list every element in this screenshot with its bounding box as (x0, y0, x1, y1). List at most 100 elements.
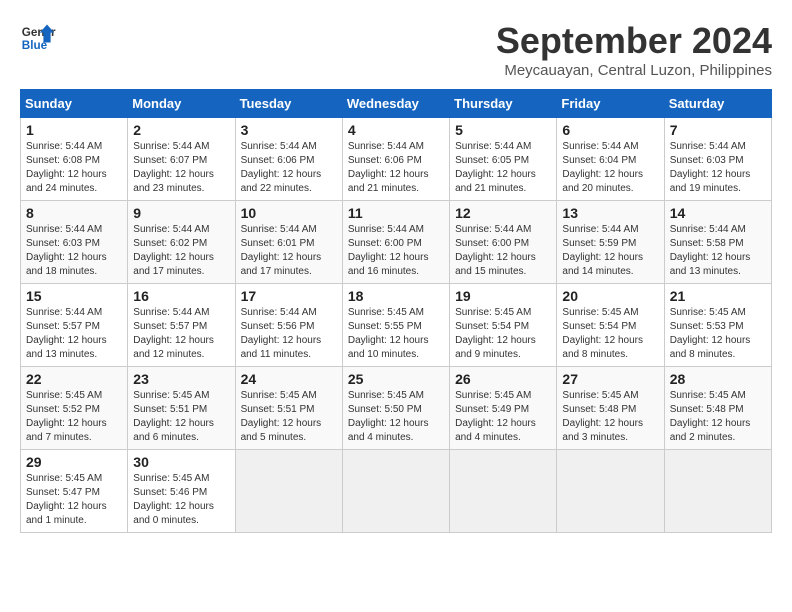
calendar-row: 15 Sunrise: 5:44 AMSunset: 5:57 PMDaylig… (21, 284, 772, 367)
day-info: Sunrise: 5:44 AMSunset: 6:03 PMDaylight:… (670, 141, 751, 194)
day-info: Sunrise: 5:45 AMSunset: 5:48 PMDaylight:… (670, 390, 751, 443)
location-title: Meycauayan, Central Luzon, Philippines (496, 62, 772, 79)
month-title: September 2024 (496, 20, 772, 62)
day-info: Sunrise: 5:44 AMSunset: 5:57 PMDaylight:… (26, 307, 107, 360)
table-row: 14 Sunrise: 5:44 AMSunset: 5:58 PMDaylig… (664, 201, 771, 284)
day-number: 29 (26, 454, 122, 470)
calendar-table: Sunday Monday Tuesday Wednesday Thursday… (20, 89, 772, 533)
day-number: 23 (133, 371, 229, 387)
table-row (664, 450, 771, 533)
day-info: Sunrise: 5:45 AMSunset: 5:52 PMDaylight:… (26, 390, 107, 443)
day-info: Sunrise: 5:44 AMSunset: 6:00 PMDaylight:… (348, 224, 429, 277)
table-row: 9 Sunrise: 5:44 AMSunset: 6:02 PMDayligh… (128, 201, 235, 284)
table-row: 4 Sunrise: 5:44 AMSunset: 6:06 PMDayligh… (342, 118, 449, 201)
day-info: Sunrise: 5:44 AMSunset: 6:07 PMDaylight:… (133, 141, 214, 194)
day-info: Sunrise: 5:44 AMSunset: 6:06 PMDaylight:… (241, 141, 322, 194)
day-number: 21 (670, 288, 766, 304)
day-number: 28 (670, 371, 766, 387)
day-number: 4 (348, 122, 444, 138)
day-number: 19 (455, 288, 551, 304)
table-row: 28 Sunrise: 5:45 AMSunset: 5:48 PMDaylig… (664, 367, 771, 450)
calendar-row: 1 Sunrise: 5:44 AMSunset: 6:08 PMDayligh… (21, 118, 772, 201)
day-number: 9 (133, 205, 229, 221)
table-row: 8 Sunrise: 5:44 AMSunset: 6:03 PMDayligh… (21, 201, 128, 284)
table-row: 30 Sunrise: 5:45 AMSunset: 5:46 PMDaylig… (128, 450, 235, 533)
day-info: Sunrise: 5:45 AMSunset: 5:50 PMDaylight:… (348, 390, 429, 443)
header-sunday: Sunday (21, 90, 128, 118)
day-number: 11 (348, 205, 444, 221)
day-info: Sunrise: 5:44 AMSunset: 6:01 PMDaylight:… (241, 224, 322, 277)
table-row: 19 Sunrise: 5:45 AMSunset: 5:54 PMDaylig… (450, 284, 557, 367)
table-row: 6 Sunrise: 5:44 AMSunset: 6:04 PMDayligh… (557, 118, 664, 201)
day-info: Sunrise: 5:44 AMSunset: 5:58 PMDaylight:… (670, 224, 751, 277)
day-number: 8 (26, 205, 122, 221)
day-number: 7 (670, 122, 766, 138)
header-monday: Monday (128, 90, 235, 118)
day-info: Sunrise: 5:45 AMSunset: 5:51 PMDaylight:… (133, 390, 214, 443)
page-header: General Blue September 2024 Meycauayan, … (20, 20, 772, 79)
table-row: 29 Sunrise: 5:45 AMSunset: 5:47 PMDaylig… (21, 450, 128, 533)
day-info: Sunrise: 5:45 AMSunset: 5:53 PMDaylight:… (670, 307, 751, 360)
table-row: 21 Sunrise: 5:45 AMSunset: 5:53 PMDaylig… (664, 284, 771, 367)
day-number: 30 (133, 454, 229, 470)
table-row: 17 Sunrise: 5:44 AMSunset: 5:56 PMDaylig… (235, 284, 342, 367)
table-row: 18 Sunrise: 5:45 AMSunset: 5:55 PMDaylig… (342, 284, 449, 367)
day-number: 16 (133, 288, 229, 304)
day-number: 6 (562, 122, 658, 138)
day-number: 17 (241, 288, 337, 304)
day-info: Sunrise: 5:44 AMSunset: 6:08 PMDaylight:… (26, 141, 107, 194)
day-number: 24 (241, 371, 337, 387)
day-info: Sunrise: 5:44 AMSunset: 5:56 PMDaylight:… (241, 307, 322, 360)
day-number: 1 (26, 122, 122, 138)
header-friday: Friday (557, 90, 664, 118)
header-wednesday: Wednesday (342, 90, 449, 118)
day-number: 18 (348, 288, 444, 304)
day-info: Sunrise: 5:45 AMSunset: 5:54 PMDaylight:… (455, 307, 536, 360)
day-number: 22 (26, 371, 122, 387)
calendar-row: 29 Sunrise: 5:45 AMSunset: 5:47 PMDaylig… (21, 450, 772, 533)
table-row (342, 450, 449, 533)
calendar-row: 22 Sunrise: 5:45 AMSunset: 5:52 PMDaylig… (21, 367, 772, 450)
day-info: Sunrise: 5:45 AMSunset: 5:54 PMDaylight:… (562, 307, 643, 360)
day-number: 20 (562, 288, 658, 304)
day-info: Sunrise: 5:45 AMSunset: 5:48 PMDaylight:… (562, 390, 643, 443)
day-info: Sunrise: 5:44 AMSunset: 6:04 PMDaylight:… (562, 141, 643, 194)
day-number: 27 (562, 371, 658, 387)
day-info: Sunrise: 5:44 AMSunset: 6:05 PMDaylight:… (455, 141, 536, 194)
day-info: Sunrise: 5:44 AMSunset: 6:06 PMDaylight:… (348, 141, 429, 194)
calendar-body: 1 Sunrise: 5:44 AMSunset: 6:08 PMDayligh… (21, 118, 772, 533)
table-row: 12 Sunrise: 5:44 AMSunset: 6:00 PMDaylig… (450, 201, 557, 284)
calendar-header: Sunday Monday Tuesday Wednesday Thursday… (21, 90, 772, 118)
day-info: Sunrise: 5:44 AMSunset: 5:59 PMDaylight:… (562, 224, 643, 277)
title-area: September 2024 Meycauayan, Central Luzon… (496, 20, 772, 79)
header-thursday: Thursday (450, 90, 557, 118)
table-row (557, 450, 664, 533)
table-row: 13 Sunrise: 5:44 AMSunset: 5:59 PMDaylig… (557, 201, 664, 284)
table-row: 26 Sunrise: 5:45 AMSunset: 5:49 PMDaylig… (450, 367, 557, 450)
table-row: 20 Sunrise: 5:45 AMSunset: 5:54 PMDaylig… (557, 284, 664, 367)
day-info: Sunrise: 5:45 AMSunset: 5:55 PMDaylight:… (348, 307, 429, 360)
day-info: Sunrise: 5:45 AMSunset: 5:46 PMDaylight:… (133, 473, 214, 526)
table-row: 16 Sunrise: 5:44 AMSunset: 5:57 PMDaylig… (128, 284, 235, 367)
table-row: 10 Sunrise: 5:44 AMSunset: 6:01 PMDaylig… (235, 201, 342, 284)
table-row: 23 Sunrise: 5:45 AMSunset: 5:51 PMDaylig… (128, 367, 235, 450)
table-row: 22 Sunrise: 5:45 AMSunset: 5:52 PMDaylig… (21, 367, 128, 450)
day-number: 3 (241, 122, 337, 138)
day-number: 25 (348, 371, 444, 387)
table-row: 7 Sunrise: 5:44 AMSunset: 6:03 PMDayligh… (664, 118, 771, 201)
day-info: Sunrise: 5:44 AMSunset: 6:03 PMDaylight:… (26, 224, 107, 277)
table-row (235, 450, 342, 533)
header-tuesday: Tuesday (235, 90, 342, 118)
header-saturday: Saturday (664, 90, 771, 118)
day-info: Sunrise: 5:45 AMSunset: 5:51 PMDaylight:… (241, 390, 322, 443)
table-row: 3 Sunrise: 5:44 AMSunset: 6:06 PMDayligh… (235, 118, 342, 201)
day-number: 5 (455, 122, 551, 138)
table-row: 5 Sunrise: 5:44 AMSunset: 6:05 PMDayligh… (450, 118, 557, 201)
table-row: 11 Sunrise: 5:44 AMSunset: 6:00 PMDaylig… (342, 201, 449, 284)
table-row: 2 Sunrise: 5:44 AMSunset: 6:07 PMDayligh… (128, 118, 235, 201)
day-number: 12 (455, 205, 551, 221)
day-number: 10 (241, 205, 337, 221)
table-row: 27 Sunrise: 5:45 AMSunset: 5:48 PMDaylig… (557, 367, 664, 450)
day-number: 15 (26, 288, 122, 304)
day-number: 2 (133, 122, 229, 138)
